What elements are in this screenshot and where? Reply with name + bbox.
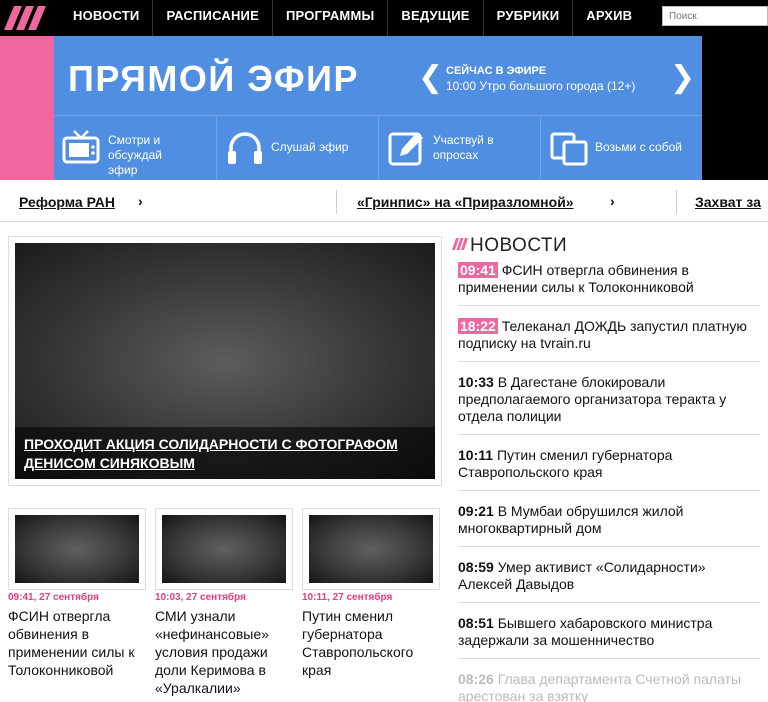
story-card-image[interactable] xyxy=(155,508,293,590)
polls-button[interactable]: Участвуй в опросах xyxy=(378,116,540,181)
slashes-icon xyxy=(452,238,468,250)
devices-icon xyxy=(550,132,588,166)
news-time: 09:41 xyxy=(458,262,498,278)
live-banner: ПРЯМОЙ ЭФИР ❮ СЕЙЧАС В ЭФИРЕ 10:00 Утро … xyxy=(54,36,702,181)
trend-link-ran[interactable]: Реформа РАН xyxy=(19,194,115,210)
story-card-image[interactable] xyxy=(302,508,440,590)
story-card: 10:03, 27 сентября СМИ узнали «нефинансо… xyxy=(155,508,293,697)
news-item[interactable]: 18:22 Телеканал ДОЖДЬ запустил платную п… xyxy=(458,318,760,362)
story-card: 09:41, 27 сентября ФСИН отвергла обвинен… xyxy=(8,508,146,679)
story-card-title[interactable]: ФСИН отвергла обвинения в применении сил… xyxy=(8,607,146,679)
news-text: Глава департамента Счетной палаты аресто… xyxy=(458,671,742,702)
feature-caption: ПРОХОДИТ АКЦИЯ СОЛИДАРНОСТИ С ФОТОГРАФОМ… xyxy=(15,427,435,479)
story-card-time: 10:11, 27 сентября xyxy=(302,592,393,603)
news-text: Бывшего хабаровского министра задержали … xyxy=(458,615,713,648)
trending-strip: Реформа РАН › «Гринпис» на «Приразломной… xyxy=(0,180,768,222)
story-card: 10:11, 27 сентября Путин сменил губернат… xyxy=(302,508,440,679)
take-along-button[interactable]: Возьми с собой xyxy=(540,116,702,181)
pencil-icon xyxy=(388,132,423,166)
nav-item-schedule[interactable]: РАСПИСАНИЕ xyxy=(152,0,272,36)
chevron-right-icon: › xyxy=(138,193,143,209)
news-item[interactable]: 08:26 Глава департамента Счетной палаты … xyxy=(458,671,760,702)
divider xyxy=(676,190,677,214)
news-item[interactable]: 08:59 Умер активист «Солидарности» Алекс… xyxy=(458,559,760,603)
logo-icon[interactable] xyxy=(0,0,56,36)
news-text: В Дагестане блокировали предполагаемого … xyxy=(458,374,727,424)
story-card-time: 10:03, 27 сентября xyxy=(155,592,246,603)
pink-side-panel xyxy=(0,36,54,180)
listen-label: Слушай эфир xyxy=(271,140,349,154)
news-item[interactable]: 09:41 ФСИН отвергла обвинения в применен… xyxy=(458,262,760,306)
search-input[interactable] xyxy=(662,6,768,26)
feature-title[interactable]: ПРОХОДИТ АКЦИЯ СОЛИДАРНОСТИ С ФОТОГРАФОМ… xyxy=(24,435,424,473)
trend-link-capture[interactable]: Захват за xyxy=(695,194,761,210)
news-text: Телеканал ДОЖДЬ запустил платную подписк… xyxy=(458,318,747,351)
prev-arrow-icon[interactable]: ❮ xyxy=(418,63,443,93)
polls-label: Участвуй в опросах xyxy=(433,133,494,162)
trend-link-greenpeace[interactable]: «Гринпис» на «Приразломной» xyxy=(357,194,574,210)
live-actions: Смотри и обсуждай эфир Слушай эфир Участ… xyxy=(54,115,702,181)
dark-side-panel xyxy=(702,36,768,180)
news-text: Умер активист «Солидарности» Алексей Дав… xyxy=(458,559,706,592)
chevron-right-icon: › xyxy=(610,193,615,209)
nav-item-archive[interactable]: АРХИВ xyxy=(572,0,645,36)
news-time: 08:51 xyxy=(458,615,494,631)
story-card-image[interactable] xyxy=(8,508,146,590)
news-time: 10:11 xyxy=(458,447,494,463)
news-time: 18:22 xyxy=(458,318,498,334)
feature-story: ПРОХОДИТ АКЦИЯ СОЛИДАРНОСТИ С ФОТОГРАФОМ… xyxy=(8,236,442,486)
news-heading-title[interactable]: НОВОСТИ xyxy=(470,235,567,257)
news-item[interactable]: 10:11 Путин сменил губернатора Ставропол… xyxy=(458,447,760,491)
watch-discuss-label: Смотри и обсуждай эфир xyxy=(108,133,162,177)
story-card-title[interactable]: Путин сменил губернатора Ставропольского… xyxy=(302,607,440,679)
feature-image[interactable]: ПРОХОДИТ АКЦИЯ СОЛИДАРНОСТИ С ФОТОГРАФОМ… xyxy=(15,243,435,479)
nav-item-news[interactable]: НОВОСТИ xyxy=(60,0,152,36)
tv-icon xyxy=(62,130,100,164)
news-time: 08:26 xyxy=(458,671,494,687)
listen-button[interactable]: Слушай эфир xyxy=(216,116,378,181)
divider xyxy=(336,190,337,214)
on-air-show[interactable]: 10:00 Утро большого города (12+) xyxy=(446,79,635,93)
headphones-icon xyxy=(228,132,262,164)
story-card-title[interactable]: СМИ узнали «нефинансовые» условия продаж… xyxy=(155,607,293,697)
news-item[interactable]: 08:51 Бывшего хабаровского министра заде… xyxy=(458,615,760,659)
nav-menu: НОВОСТИ РАСПИСАНИЕ ПРОГРАММЫ ВЕДУЩИЕ РУБ… xyxy=(60,0,645,36)
next-arrow-icon[interactable]: ❯ xyxy=(670,63,695,93)
news-item[interactable]: 10:33 В Дагестане блокировали предполага… xyxy=(458,374,760,435)
watch-discuss-button[interactable]: Смотри и обсуждай эфир xyxy=(54,116,216,181)
news-time: 08:59 xyxy=(458,559,494,575)
nav-item-rubrics[interactable]: РУБРИКИ xyxy=(482,0,573,36)
news-item[interactable]: 09:21 В Мумбаи обрушился жилой многоквар… xyxy=(458,503,760,547)
top-navigation: НОВОСТИ РАСПИСАНИЕ ПРОГРАММЫ ВЕДУЩИЕ РУБ… xyxy=(0,0,768,36)
on-air-label: СЕЙЧАС В ЭФИРЕ xyxy=(446,65,547,77)
story-card-time: 09:41, 27 сентября xyxy=(8,592,99,603)
nav-item-hosts[interactable]: ВЕДУЩИЕ xyxy=(387,0,482,36)
take-along-label: Возьми с собой xyxy=(595,140,682,154)
nav-item-programs[interactable]: ПРОГРАММЫ xyxy=(271,0,387,36)
news-time: 10:33 xyxy=(458,374,494,390)
live-title[interactable]: ПРЯМОЙ ЭФИР xyxy=(68,58,359,100)
news-time: 09:21 xyxy=(458,503,494,519)
